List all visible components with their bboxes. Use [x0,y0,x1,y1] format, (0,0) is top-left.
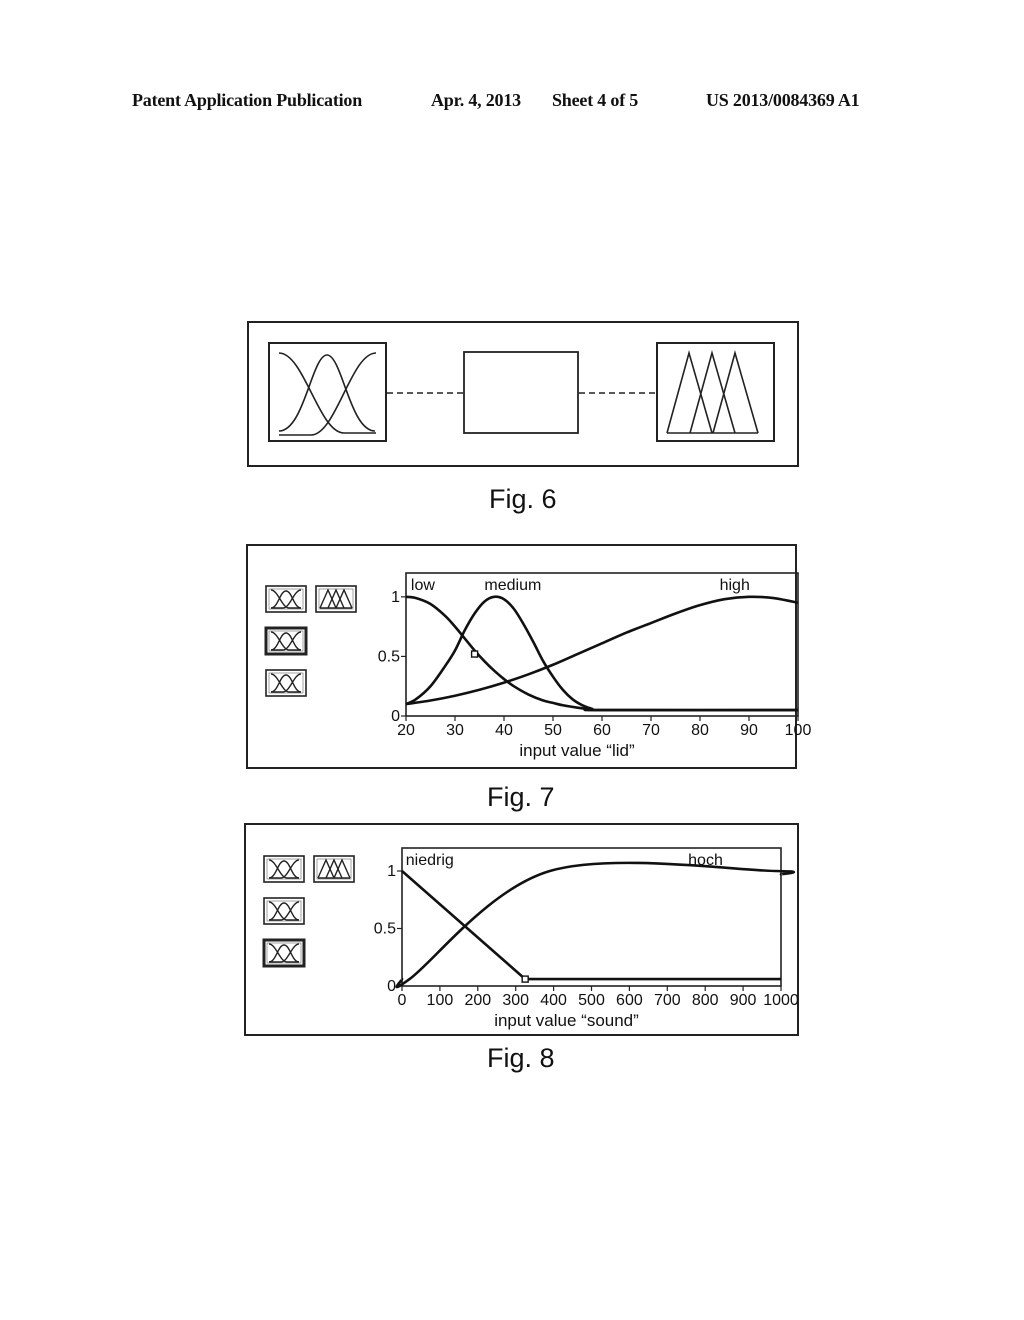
x-tick-label: 60 [593,722,611,739]
series-label-high: high [720,577,750,594]
series-line-high [405,595,799,706]
x-tick-label: 400 [540,992,567,1009]
x-tick-label: 600 [616,992,643,1009]
data-marker[interactable] [470,650,479,658]
x-tick-label: 300 [502,992,529,1009]
series-label-niedrig: niedrig [406,852,454,869]
x-tick-label: 40 [495,722,513,739]
x-tick-label: 80 [691,722,709,739]
series-label-medium: medium [484,577,541,594]
fig8-caption: Fig. 8 [487,1043,555,1073]
y-tick-label: 1 [391,589,400,606]
series-label-hoch: hoch [688,852,723,869]
x-axis-label: input value “lid” [519,741,635,760]
x-tick-label: 1000 [763,992,799,1009]
publication-date: Apr. 4, 2013 [431,90,521,110]
y-tick-label: 1 [387,863,396,880]
fig7-frame: 20 30 40 50 60 70 80 90 100 0 0.5 1 input value “lid… [246,544,811,769]
x-tick-label: 500 [578,992,605,1009]
fig7-caption: Fig. 7 [487,782,555,812]
fig6-diagram [268,342,775,442]
y-tick-label: 0.5 [374,921,396,938]
x-tick-label: 70 [642,722,660,739]
x-tick-label: 30 [446,722,464,739]
x-tick-label: 800 [692,992,719,1009]
input-fuzzification-block [268,342,387,442]
fig7-chart: 20 30 40 50 60 70 80 90 10000.51input value “lid… [378,572,811,760]
triangular-membership-functions-icon [666,350,759,434]
y-tick-label: 0 [387,978,396,995]
x-tick-label: 100 [785,722,812,739]
series-label-low: low [411,577,435,594]
x-tick-label: 200 [464,992,491,1009]
fig8-frame: 0 100 200 300 400 500 600 700 800 900 1000 0 0.5 1 inp… [244,823,799,1036]
fig8-chart: 0 100 200 300 400 500 600 700 800 900 1000 0 0.5 1 inp… [374,847,799,1030]
y-tick-label: 0.5 [378,648,400,665]
series-line-hoch [395,861,796,989]
x-tick-label: 0 [398,992,407,1009]
fig6-frame [247,321,799,467]
x-tick-label: 700 [654,992,681,1009]
fig6-caption: Fig. 6 [489,484,557,514]
x-tick-label: 900 [730,992,757,1009]
gaussian-membership-functions-icon [278,352,377,436]
sheet-number: Sheet 4 of 5 [552,90,639,110]
x-tick-label: 100 [427,992,454,1009]
y-tick-label: 0 [391,708,400,725]
publication-label: Patent Application Publication [132,90,363,110]
x-tick-label: 50 [544,722,562,739]
series-line-niedrig [401,870,781,981]
x-tick-label: 90 [740,722,758,739]
rule-inference-block [463,351,579,434]
data-marker[interactable] [521,975,529,983]
x-axis-label: input value “sound” [494,1011,639,1030]
patent-number: US 2013/0084369 A1 [706,90,860,110]
